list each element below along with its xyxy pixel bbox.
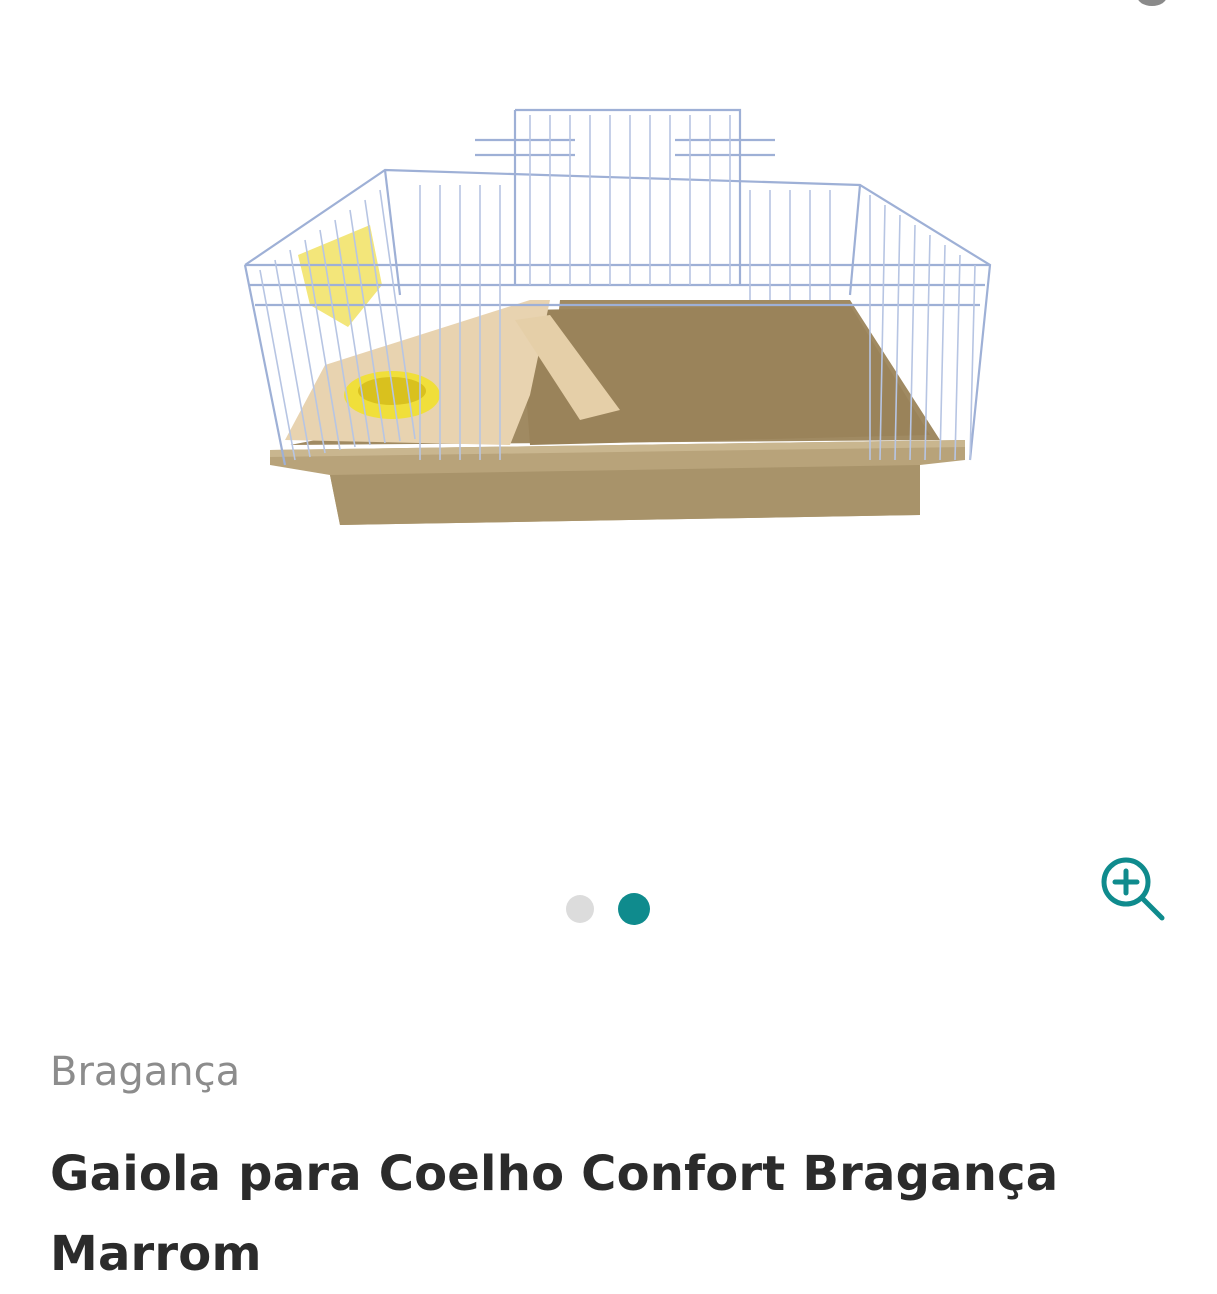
zoom-in-icon [1101, 857, 1165, 921]
status-indicator-icon [1137, 0, 1167, 6]
product-info: Bragança Gaiola para Coelho Confort Brag… [50, 1040, 1170, 1294]
zoom-button[interactable] [1096, 852, 1168, 924]
gallery-dot-1[interactable] [566, 895, 594, 923]
gallery-dot-2-active[interactable] [618, 893, 650, 925]
gallery-pagination [566, 893, 650, 925]
product-brand[interactable]: Bragança [50, 1040, 1170, 1104]
product-image[interactable] [230, 95, 1010, 585]
product-title: Gaiola para Coelho Confort Bragança Marr… [50, 1146, 1059, 1282]
product-gallery[interactable] [0, 0, 1217, 960]
